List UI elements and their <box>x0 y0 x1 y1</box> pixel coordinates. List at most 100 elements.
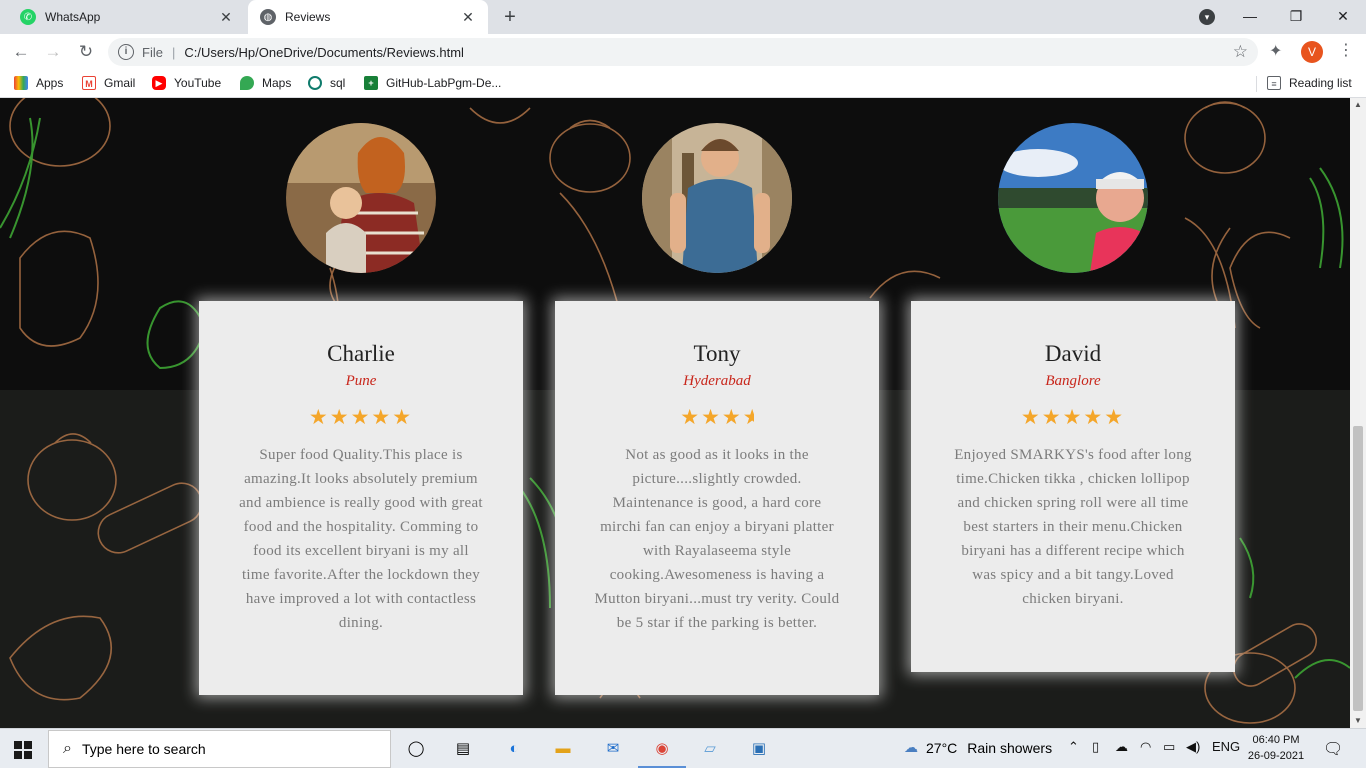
extensions-puzzle-icon[interactable]: ✦ <box>1269 41 1282 61</box>
whatsapp-icon: ✆ <box>20 9 36 25</box>
tab-search-icon[interactable]: ▾ <box>1199 9 1215 25</box>
search-placeholder: Type here to search <box>81 741 206 757</box>
clock-time: 06:40 PM <box>1252 734 1300 746</box>
scheme-label: File <box>142 44 163 60</box>
windows-start-icon[interactable] <box>14 741 32 759</box>
scroll-up-arrow-icon[interactable]: ▲ <box>1354 100 1362 109</box>
task-view-icon[interactable]: ▤ <box>451 737 475 761</box>
bookmark-label: YouTube <box>174 76 222 90</box>
tab-title: Reviews <box>285 10 331 24</box>
restore-button[interactable]: ❐ <box>1273 0 1319 34</box>
bookmark-github-labpgm[interactable]: + GitHub-LabPgm-De... <box>364 76 501 90</box>
apps-grid-icon <box>14 76 28 90</box>
reviewer-photo-charlie <box>286 123 436 273</box>
half-star-icon: ★ <box>743 405 754 430</box>
browser-toolbar: ← → ↻ i File | C:/Users/Hp/OneDrive/Docu… <box>0 34 1366 70</box>
clock-date: 26-09-2021 <box>1247 750 1305 762</box>
page-viewport: Charlie Pune ★★★★★ Super food Quality.Th… <box>0 98 1366 728</box>
weather-temperature: 27°C <box>926 739 958 756</box>
star-rating: ★★★★★ <box>1020 405 1126 429</box>
wifi-icon[interactable]: ◠ <box>1140 739 1151 755</box>
rain-cloud-icon: ☁ <box>904 739 918 755</box>
bookmark-sql[interactable]: sql <box>308 76 345 90</box>
file-explorer-icon[interactable]: ▬ <box>551 737 575 761</box>
notepad-icon[interactable]: ▱ <box>698 737 722 761</box>
show-hidden-icons-icon[interactable]: ⌃ <box>1068 739 1079 755</box>
review-text: Super food Quality.This place is amazing… <box>239 447 483 631</box>
youtube-icon: ▶ <box>152 76 166 90</box>
url-text[interactable]: C:/Users/Hp/OneDrive/Documents/Reviews.h… <box>184 45 464 60</box>
close-tab-icon[interactable]: ✕ <box>218 9 234 26</box>
bookmark-star-icon[interactable]: ☆ <box>1233 42 1248 62</box>
scrollbar-thumb[interactable] <box>1353 426 1363 711</box>
page-scrollbar[interactable]: ▲ ▼ <box>1350 98 1366 728</box>
forward-button[interactable]: → <box>41 40 65 64</box>
cortana-icon[interactable]: ◯ <box>404 737 428 761</box>
bookmark-maps[interactable]: Maps <box>240 76 291 90</box>
reviewer-city: Banglore <box>1045 373 1101 389</box>
address-bar[interactable]: i File | C:/Users/Hp/OneDrive/Documents/… <box>108 38 1258 66</box>
system-clock[interactable]: 06:40 PM 26-09-2021 <box>1247 732 1305 764</box>
reviewer-name: Tony <box>693 341 741 366</box>
reload-button[interactable]: ↻ <box>74 40 98 64</box>
bookmark-label: Maps <box>262 76 292 90</box>
divider: | <box>171 44 176 60</box>
review-card-charlie: Charlie Pune ★★★★★ Super food Quality.Th… <box>199 301 523 695</box>
review-card-david: David Banglore ★★★★★ Enjoyed SMARKYS's f… <box>911 301 1235 672</box>
bookmarks-bar: Apps M Gmail ▶ YouTube Maps sql + GitHub… <box>0 70 1366 98</box>
reading-list-button[interactable]: ≡ Reading list <box>1267 76 1352 90</box>
volume-icon[interactable]: ◀) <box>1186 739 1200 755</box>
reading-list-icon: ≡ <box>1267 76 1281 90</box>
device-icon[interactable]: ▯ <box>1092 739 1099 755</box>
review-card-tony: Tony Hyderabad ★★★★ Not as good as it lo… <box>555 301 879 695</box>
bookmark-youtube[interactable]: ▶ YouTube <box>152 76 221 90</box>
reviewer-photo-tony <box>642 123 792 273</box>
language-indicator[interactable]: ENG <box>1212 739 1240 754</box>
reviewer-name: David <box>1044 341 1102 366</box>
star-rating: ★★★★ <box>555 405 879 429</box>
reviewer-city: Hyderabad <box>683 373 751 389</box>
github-sheet-icon: + <box>364 76 378 90</box>
weather-widget[interactable]: ☁ 27°C Rain showers <box>904 739 1052 756</box>
maps-icon <box>240 76 254 90</box>
chrome-icon[interactable]: ◉ <box>650 737 674 761</box>
reviewer-photo-david <box>998 123 1148 273</box>
page-background: Charlie Pune ★★★★★ Super food Quality.Th… <box>0 98 1350 728</box>
close-window-button[interactable]: ✕ <box>1320 0 1366 34</box>
scroll-down-arrow-icon[interactable]: ▼ <box>1354 716 1362 725</box>
bookmark-apps[interactable]: Apps <box>14 76 63 90</box>
mail-icon[interactable]: ✉ <box>601 737 625 761</box>
globe-icon: ◍ <box>260 9 276 25</box>
sql-icon <box>308 76 322 90</box>
taskbar-search-box[interactable]: ⌕ Type here to search <box>48 730 391 768</box>
menu-dots-icon[interactable]: ⋮ <box>1338 40 1354 60</box>
bookmark-gmail[interactable]: M Gmail <box>82 76 135 90</box>
tab-strip: ✆ WhatsApp ✕ ◍ Reviews ✕ + ▾ — ❐ ✕ <box>0 0 1366 34</box>
review-text: Enjoyed SMARKYS's food after long time.C… <box>954 447 1192 607</box>
gmail-icon: M <box>82 76 96 90</box>
star-icons: ★★★ <box>680 405 743 429</box>
tab-whatsapp[interactable]: ✆ WhatsApp ✕ <box>8 0 246 34</box>
info-icon[interactable]: i <box>118 44 134 60</box>
minimize-button[interactable]: — <box>1227 0 1273 34</box>
reviewer-city: Pune <box>345 373 377 389</box>
bookmark-label: sql <box>330 76 346 90</box>
tab-reviews[interactable]: ◍ Reviews ✕ <box>248 0 488 34</box>
profile-avatar[interactable]: V <box>1301 41 1323 63</box>
search-icon: ⌕ <box>63 740 72 757</box>
reviewer-name: Charlie <box>327 341 395 366</box>
notifications-icon[interactable]: 🗨 <box>1323 739 1343 759</box>
divider <box>1256 76 1257 92</box>
battery-icon[interactable]: ▭ <box>1163 739 1175 755</box>
onedrive-icon[interactable]: ☁ <box>1115 739 1128 755</box>
edge-icon[interactable]: ◐ <box>502 737 526 761</box>
photos-icon[interactable]: ▣ <box>747 737 771 761</box>
back-button[interactable]: ← <box>9 40 33 64</box>
star-rating: ★★★★★ <box>308 405 414 429</box>
bookmark-label: Apps <box>36 76 64 90</box>
review-text: Not as good as it looks in the picture..… <box>594 447 840 631</box>
bookmark-label: GitHub-LabPgm-De... <box>386 76 502 90</box>
close-tab-icon[interactable]: ✕ <box>460 9 476 26</box>
reading-list-label: Reading list <box>1289 76 1352 90</box>
new-tab-button[interactable]: + <box>498 5 522 29</box>
